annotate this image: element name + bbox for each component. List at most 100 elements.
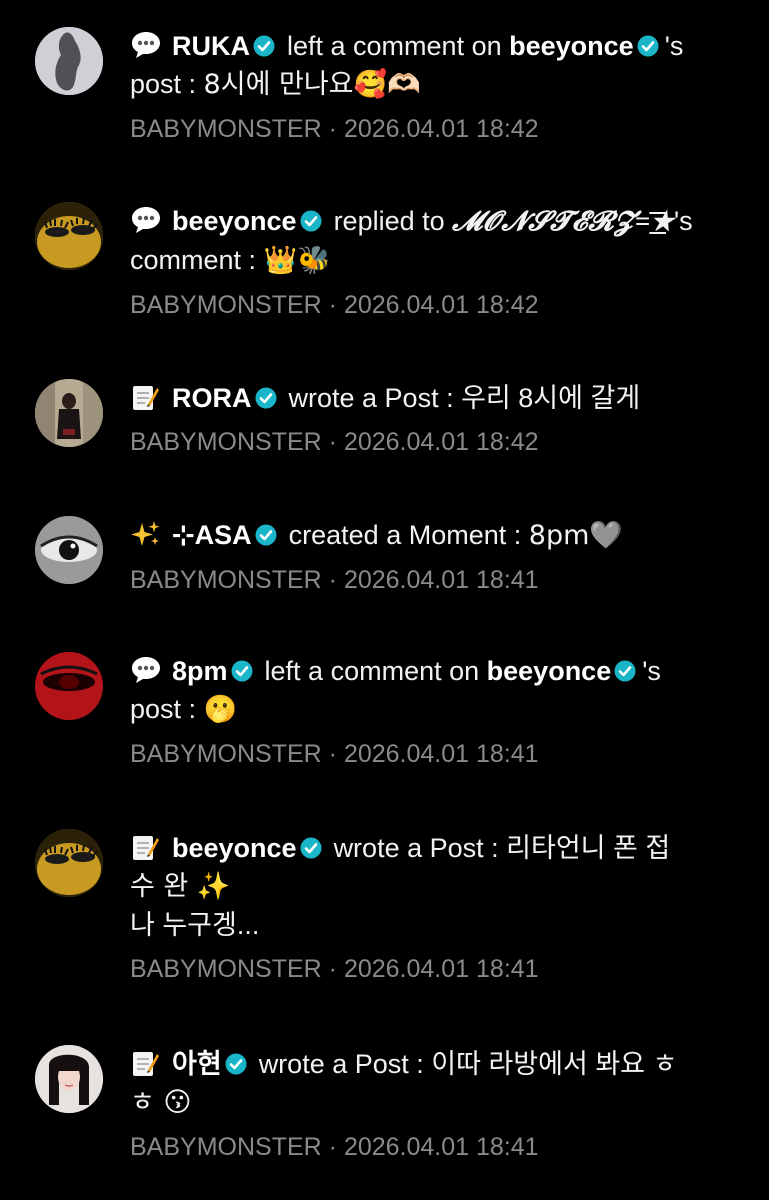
- timestamp: 2026.04.01 18:41: [343, 1133, 539, 1161]
- gold-lashes-avatar-image: [35, 829, 103, 897]
- feed-item-meta: BABYMONSTER · 2026.04.01 18:41: [130, 563, 730, 597]
- feed-item-header: ⊹ASA created a Moment : 8pm🩶: [130, 516, 730, 555]
- source-label: BABYMONSTER: [130, 955, 322, 983]
- separator: ·: [328, 428, 337, 456]
- username[interactable]: RUKA: [172, 31, 250, 61]
- portrait-avatar-image: [35, 1045, 103, 1113]
- feed-item-body[interactable]: post : 8시에 만나요🥰🫶🏻: [130, 65, 730, 104]
- timestamp: 2026.04.01 18:41: [343, 566, 539, 594]
- timestamp: 2026.04.01 18:41: [343, 740, 539, 768]
- body-prefix: post :: [130, 694, 204, 724]
- action-text: created a Moment :: [288, 520, 522, 550]
- username[interactable]: beeyonce: [172, 206, 297, 236]
- eye-bw-avatar-image: [35, 516, 103, 584]
- verified-badge-icon: [253, 29, 275, 57]
- username[interactable]: 아현: [172, 1049, 222, 1079]
- username[interactable]: RORA: [172, 383, 252, 413]
- feed-item-meta: BABYMONSTER · 2026.04.01 18:41: [130, 1130, 730, 1164]
- feed-item-meta: BABYMONSTER · 2026.04.01 18:42: [130, 112, 730, 146]
- avatar[interactable]: [35, 379, 103, 447]
- avatar[interactable]: [35, 652, 103, 720]
- avatar[interactable]: [35, 1045, 103, 1113]
- body-text-line-2: ㅎ 😗: [130, 1087, 192, 1118]
- body-text: 8pm🩶: [528, 520, 624, 551]
- verified-badge-icon: [255, 381, 277, 409]
- gold-lashes-avatar-image: [35, 202, 103, 270]
- body-text-line-3: 나 누구겡...: [130, 910, 260, 940]
- action-text: left a comment on: [287, 31, 502, 61]
- avatar[interactable]: [35, 202, 103, 270]
- feed-item-meta: BABYMONSTER · 2026.04.01 18:42: [130, 425, 730, 459]
- feed-item-body[interactable]: post : 🫢: [130, 690, 730, 729]
- body-text: 우리 8시에 갈게: [461, 383, 641, 413]
- memo-icon: [130, 1048, 162, 1078]
- source-label: BABYMONSTER: [130, 291, 322, 319]
- separator: ·: [328, 955, 337, 983]
- feed-item-meta: BABYMONSTER · 2026.04.01 18:41: [130, 737, 730, 771]
- possessive-suffix: 's: [642, 656, 661, 686]
- memo-icon: [130, 832, 162, 862]
- feed-item-body[interactable]: 수 완 ✨: [130, 867, 730, 906]
- feed-item-body[interactable]: comment : 👑🐝: [130, 241, 730, 280]
- body-text: 👑🐝: [263, 245, 331, 276]
- timestamp: 2026.04.01 18:41: [343, 955, 539, 983]
- feed-item-header: RORA wrote a Post : 우리 8시에 갈게: [130, 379, 730, 417]
- action-text: wrote a Post :: [288, 383, 454, 413]
- verified-badge-icon: [300, 204, 322, 232]
- feed-item-body[interactable]: ㅎ 😗: [130, 1083, 730, 1122]
- timestamp: 2026.04.01 18:42: [343, 291, 539, 319]
- verified-badge-icon: [637, 29, 659, 57]
- verified-badge-icon: [300, 831, 322, 859]
- timestamp: 2026.04.01 18:42: [343, 428, 539, 456]
- username[interactable]: 8pm: [172, 656, 228, 686]
- action-text: wrote a Post :: [258, 1049, 424, 1079]
- source-label: BABYMONSTER: [130, 1133, 322, 1161]
- separator: ·: [328, 740, 337, 768]
- body-text: 🫢: [203, 694, 238, 725]
- source-label: BABYMONSTER: [130, 428, 322, 456]
- feed-item-header: 아현 wrote a Post : 이따 라방에서 봐요 ㅎ: [130, 1045, 730, 1083]
- body-text-line-2: 수 완 ✨: [130, 871, 231, 902]
- feed-item-header: beeyonce replied to 𝓜𝓞𝓝𝓢𝓣𝓔𝓡𝓩=͟͟͞͞★'s: [130, 202, 730, 241]
- timestamp: 2026.04.01 18:42: [343, 115, 539, 143]
- memo-icon: [130, 382, 162, 412]
- avatar[interactable]: [35, 27, 103, 95]
- feed-item-meta: BABYMONSTER · 2026.04.01 18:42: [130, 288, 730, 322]
- possessive-suffix: 's: [664, 31, 684, 61]
- red-eye-avatar-image: [35, 652, 103, 720]
- avatar[interactable]: [35, 829, 103, 897]
- separator: ·: [328, 115, 337, 143]
- separator: ·: [328, 1133, 337, 1161]
- feed-item-header: beeyonce wrote a Post : 리타언니 폰 접: [130, 829, 730, 867]
- feed-item-header: 8pm left a comment on beeyonce 's: [130, 652, 730, 690]
- action-text: left a comment on: [264, 656, 480, 686]
- possessive-suffix: 's: [674, 206, 693, 236]
- target-username[interactable]: beeyonce: [509, 31, 634, 61]
- source-label: BABYMONSTER: [130, 740, 322, 768]
- verified-badge-icon: [255, 518, 277, 546]
- verified-badge-icon: [614, 654, 636, 682]
- feed-item-header: RUKA left a comment on beeyonce 's: [130, 27, 730, 65]
- separator: ·: [328, 566, 337, 594]
- action-text: replied to: [333, 206, 445, 236]
- speech-bubble-icon: [130, 655, 162, 685]
- photo-girl-avatar-image: [35, 379, 103, 447]
- target-username[interactable]: 𝓜𝓞𝓝𝓢𝓣𝓔𝓡𝓩=͟͟͞͞★: [452, 206, 674, 237]
- separator: ·: [328, 291, 337, 319]
- verified-badge-icon: [225, 1047, 247, 1075]
- body-text: 이따 라방에서 봐요 ㅎ: [431, 1049, 678, 1079]
- body-prefix: post :: [130, 69, 204, 99]
- feed-item-meta: BABYMONSTER · 2026.04.01 18:41: [130, 952, 730, 986]
- target-username[interactable]: beeyonce: [487, 656, 612, 686]
- sparkles-icon: [130, 519, 162, 549]
- source-label: BABYMONSTER: [130, 115, 322, 143]
- avatar[interactable]: [35, 516, 103, 584]
- speech-bubble-icon: [130, 30, 162, 60]
- username[interactable]: ⊹ASA: [172, 520, 252, 550]
- silhouette-avatar-image: [35, 27, 103, 95]
- speech-bubble-icon: [130, 205, 162, 235]
- source-label: BABYMONSTER: [130, 566, 322, 594]
- verified-badge-icon: [231, 654, 253, 682]
- username[interactable]: beeyonce: [172, 833, 297, 863]
- feed-item-body[interactable]: 나 누구겡...: [130, 906, 730, 944]
